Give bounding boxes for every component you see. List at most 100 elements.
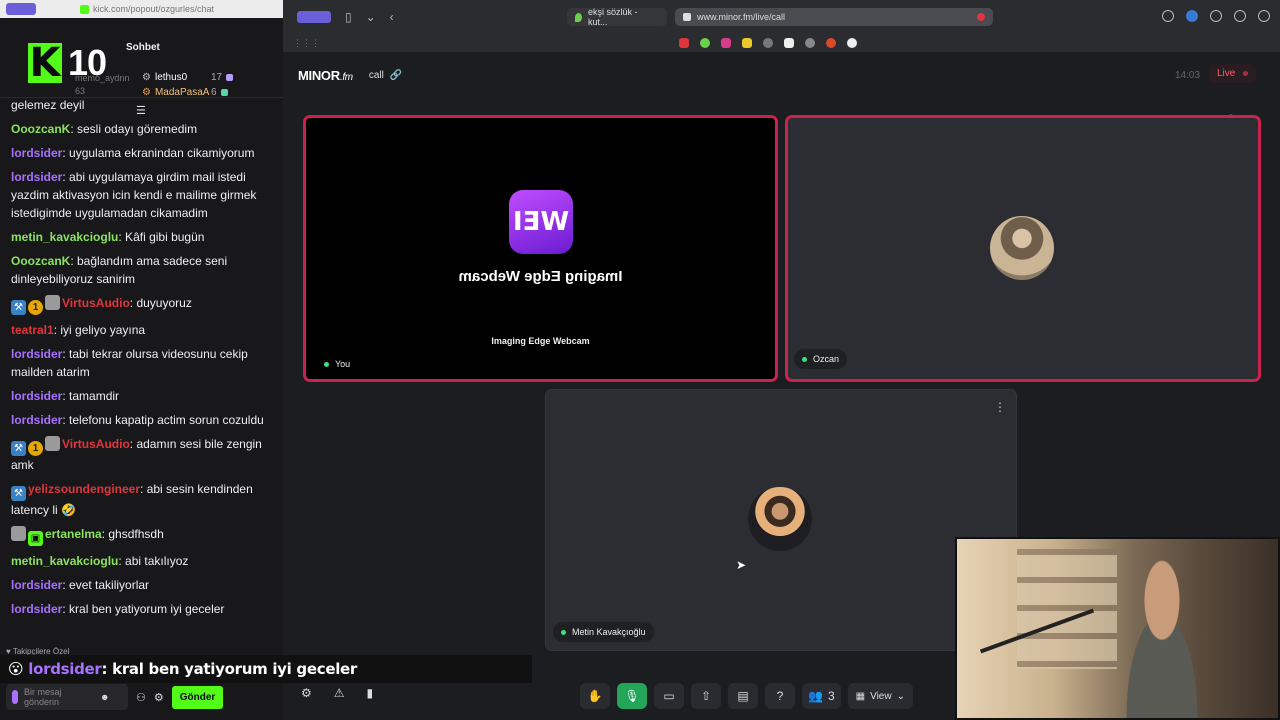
tab-overview-icon[interactable]	[1258, 10, 1270, 22]
gear-badge-icon: ⚙	[142, 72, 151, 83]
view-button[interactable]: ▦ View ⌄	[847, 683, 913, 709]
chat-username[interactable]: VirtusAudio	[62, 437, 130, 451]
video-tile-you[interactable]: WEI Imaging Edge Webcam Imaging Edge Web…	[303, 115, 778, 382]
sidebar-toggle-button[interactable]	[6, 3, 36, 15]
chrome-bookmark-icon[interactable]	[847, 38, 857, 48]
chat-username[interactable]: lordsider	[11, 347, 62, 361]
chat-message: lordsider: tamamdir	[11, 387, 272, 405]
bookshelf	[1017, 549, 1117, 669]
chat-message: lordsider: telefonu kapatip actim sorun …	[11, 411, 272, 429]
participant-name: Ozcan	[813, 354, 840, 364]
video-camera-icon: ▭	[663, 689, 675, 703]
participant-name: You	[335, 359, 351, 369]
mention-icon[interactable]: ⚇	[136, 691, 146, 704]
view-label: View	[870, 690, 892, 702]
globe-bookmark-icon[interactable]	[763, 38, 773, 48]
red-bookmark-icon[interactable]	[826, 38, 836, 48]
chat-message: teatral1: iyi geliyo yayına	[11, 321, 272, 339]
tab-minor-call[interactable]: www.minor.fm/live/call	[675, 8, 993, 26]
help-button[interactable]: ?	[765, 683, 795, 709]
leaderboard-row[interactable]: ⚙ lethus0 17	[142, 70, 234, 85]
live-label: Live	[1217, 68, 1236, 79]
new-tab-icon[interactable]	[1234, 10, 1246, 22]
call-label[interactable]: call 🔗	[369, 70, 402, 81]
chat-message: lordsider: uygulama ekranindan cikamiyor…	[11, 144, 272, 162]
chat-username[interactable]: OoozcanK	[11, 254, 70, 268]
f-bookmark-icon[interactable]	[784, 38, 794, 48]
chat-message: lordsider: kral ben yatiyorum iyi gecele…	[11, 600, 272, 618]
input-placeholder: Bir mesaj gönderin	[24, 687, 62, 707]
video-tile-ozcan[interactable]: Ozcan	[785, 115, 1261, 382]
sidebar-icon[interactable]: ▯	[345, 10, 352, 24]
chat-header: K 10 Sohbet memo_aydnn 63 ⚙ lethus0 17 ⚙…	[0, 18, 283, 117]
moderator-badge-icon: ⚒	[11, 486, 26, 501]
tab-eksi[interactable]: ekşi sözlük - kut...	[567, 7, 667, 27]
chat-text: : duyuyoruz	[129, 296, 192, 310]
signal-bars-icon[interactable]: ▮	[367, 686, 374, 700]
streamer	[1107, 559, 1217, 718]
bookmarks-bar: ⋮⋮⋮	[283, 34, 1280, 52]
chat-message: lordsider: abi uygulamaya girdim mail is…	[11, 168, 272, 222]
chat-username[interactable]: ertanelma	[45, 527, 102, 541]
caption-user: lordsider	[28, 660, 102, 678]
participant-name-tag: Ozcan	[794, 349, 848, 369]
chat-username[interactable]: metin_kavakcioglu	[11, 554, 118, 568]
yellow-bookmark-icon[interactable]	[742, 38, 752, 48]
grid-icon[interactable]: ⋮⋮⋮	[293, 38, 320, 49]
share-screen-button[interactable]: ⇧	[691, 683, 721, 709]
share-icon[interactable]	[1210, 10, 1222, 22]
chat-username[interactable]: lordsider	[11, 146, 62, 160]
send-button[interactable]: Gönder	[171, 685, 224, 709]
more-options-icon[interactable]: ⋮	[994, 400, 1006, 414]
chat-message-input[interactable]: Bir mesaj gönderin ☻	[6, 684, 128, 710]
participants-button[interactable]: 👥 3	[802, 683, 841, 709]
chat-username[interactable]: OoozcanK	[11, 122, 70, 136]
leaderboard-count: 17	[210, 72, 223, 83]
microphone-button[interactable]: 🎙	[617, 683, 647, 709]
camera-button[interactable]: ▭	[654, 683, 684, 709]
subscriber-badge-icon: 1	[28, 300, 43, 315]
chat-username[interactable]: yelizsoundengineer	[28, 482, 140, 496]
minor-logo[interactable]: MINOR.fm	[298, 68, 353, 83]
youtube-bookmark-icon[interactable]	[679, 38, 689, 48]
emoji-icon[interactable]: ☻	[100, 692, 109, 702]
back-arrow-icon[interactable]: ‹	[390, 10, 394, 24]
chat-message: ⚒ 1 VirtusAudio: duyuyoruz	[11, 294, 272, 315]
download-icon[interactable]	[1162, 10, 1174, 22]
chat-username[interactable]: lordsider	[11, 389, 62, 403]
settings-icon[interactable]: ⚙	[301, 686, 312, 700]
chevron-down-icon[interactable]: ⌄	[366, 10, 376, 24]
chat-username[interactable]: lordsider	[11, 602, 62, 616]
warning-icon[interactable]: ⚠	[334, 686, 345, 700]
eksi-bookmark-icon[interactable]	[700, 38, 710, 48]
chat-text: : Kâfi gibi bugün	[118, 230, 205, 244]
raise-hand-button[interactable]: ✋	[580, 683, 610, 709]
sidebar-toggle-button[interactable]	[297, 11, 331, 23]
instagram-bookmark-icon[interactable]	[721, 38, 731, 48]
chat-message: gelemez deyil	[11, 96, 272, 114]
call-label-text: call	[368, 70, 384, 81]
chat-username[interactable]: teatral1	[11, 323, 54, 337]
extension-icon[interactable]	[1186, 10, 1198, 22]
settings-icon[interactable]: ⚙	[154, 691, 164, 704]
chat-url[interactable]: kick.com/popout/ozgurles/chat	[80, 4, 214, 14]
live-badge[interactable]: Live	[1209, 64, 1257, 83]
chat-message: metin_kavakcioglu: abi takılıyoz	[11, 552, 272, 570]
speaking-dot-icon	[802, 356, 807, 362]
question-icon: ?	[776, 689, 784, 703]
logo-text: MINOR	[298, 68, 340, 83]
speaking-dot-icon	[324, 361, 329, 367]
web-bookmark-icon[interactable]	[805, 38, 815, 48]
chat-username[interactable]: lordsider	[11, 170, 62, 184]
link-icon[interactable]: 🔗	[390, 70, 402, 81]
kick-logo-icon: K	[28, 40, 62, 86]
recording-indicator-icon	[977, 13, 985, 21]
chat-username[interactable]: VirtusAudio	[62, 296, 130, 310]
chat-button[interactable]: ▤	[728, 683, 758, 709]
chat-username[interactable]: lordsider	[11, 578, 62, 592]
chat-text: : tamamdir	[62, 389, 120, 403]
chat-text: : sesli odayı göremedim	[70, 122, 198, 136]
chat-username[interactable]: lordsider	[11, 413, 62, 427]
chat-username[interactable]: metin_kavakcioglu	[11, 230, 118, 244]
video-tile-metin[interactable]: ⋮ Metin Kavakçıoğlu	[545, 389, 1017, 651]
